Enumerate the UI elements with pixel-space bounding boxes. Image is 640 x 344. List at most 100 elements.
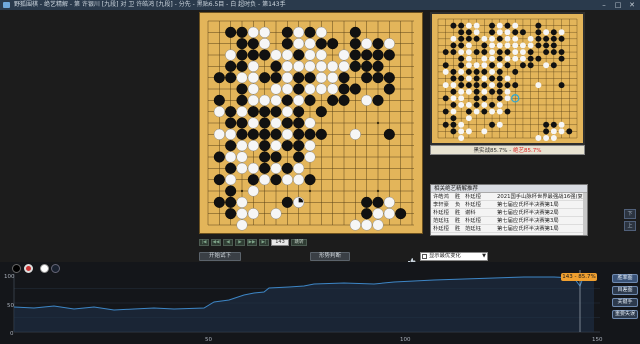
event-name: 2021国手山脉杯世界最强战16强(复 [497, 194, 583, 200]
white-stone [213, 128, 225, 140]
main-board-grid[interactable] [200, 13, 422, 233]
mini-white-stone [496, 121, 503, 128]
y-tick-label: 100 [4, 274, 15, 280]
mini-white-stone [450, 82, 457, 89]
winrate-chart[interactable] [0, 262, 640, 344]
move-number-input[interactable]: 143 [271, 239, 289, 246]
best-move-dropdown[interactable]: 显示最优变化 ▼ [420, 252, 488, 261]
mini-black-stone [473, 101, 480, 108]
white-stone [315, 60, 327, 72]
first-move-button[interactable]: |◀ [199, 239, 209, 246]
black-stone [270, 106, 282, 118]
list-item[interactable]: 朴廷桓 胜 谢科 第七届应氏杯半决赛第2局 [431, 209, 587, 217]
black-stone [270, 128, 282, 140]
mini-black-stone [473, 88, 480, 95]
black-stone [383, 72, 395, 84]
mini-white-stone [458, 128, 465, 135]
mini-black-stone [450, 115, 457, 122]
white-stone [270, 208, 282, 220]
mini-white-stone [465, 101, 472, 108]
forward-one-button[interactable]: ▶ [235, 239, 245, 246]
goto-button[interactable]: 跳转 [291, 239, 307, 246]
list-item[interactable]: 范廷钰 胜 朴廷桓 第七届应氏杯半决赛第3局 [431, 217, 587, 225]
mini-white-stone [527, 35, 534, 42]
black-stone [236, 38, 248, 50]
list-item[interactable]: 朴廷桓 胜 范廷钰 第七届应氏杯半决赛第1局 [431, 225, 587, 233]
maximize-button[interactable]: □ [611, 0, 625, 10]
black-stone [225, 60, 237, 72]
mini-black-stone [450, 88, 457, 95]
mini-black-stone [496, 75, 503, 82]
black-stone [338, 72, 350, 84]
mini-black-stone [465, 29, 472, 36]
black-stone [293, 83, 305, 95]
white-stone [281, 60, 293, 72]
black-stone [361, 60, 373, 72]
mini-black-stone [458, 82, 465, 89]
game-result: 胜 [455, 210, 461, 216]
back-one-button[interactable]: ◀ [223, 239, 233, 246]
mini-black-stone [558, 82, 565, 89]
winrate-graph-button[interactable]: 胜率图 [612, 274, 638, 283]
white-stone [383, 38, 395, 50]
y-tick-label: 50 [7, 303, 14, 309]
mini-white-stone [558, 29, 565, 36]
analysis-mini-board[interactable] [430, 12, 585, 145]
mini-black-stone [527, 49, 534, 56]
black-stone [247, 174, 259, 186]
close-button[interactable]: ✕ [625, 0, 639, 10]
thumbs-up-icon[interactable] [407, 251, 416, 265]
side-tab-up[interactable]: 上 [624, 221, 636, 231]
mini-white-stone [512, 42, 519, 49]
white-stone [213, 106, 225, 118]
black-stone [293, 140, 305, 152]
mini-black-stone [496, 35, 503, 42]
white-stone [236, 162, 248, 174]
list-item[interactable]: 许皓鸿 胜 朴廷桓 2021国手山脉杯世界最强战16强(复 [431, 193, 587, 201]
mini-white-stone [465, 42, 472, 49]
judge-position-button[interactable]: 形势判断 [310, 252, 350, 261]
white-stone [225, 49, 237, 61]
last-move-button[interactable]: ▶| [259, 239, 269, 246]
forward-ten-button[interactable]: ▶▶ [247, 239, 257, 246]
mini-white-stone [489, 49, 496, 56]
mini-white-stone [465, 22, 472, 29]
try-play-button[interactable]: 开始试下 [199, 252, 241, 261]
score-graph-button[interactable]: 目差图 [612, 286, 638, 295]
black-stone [383, 49, 395, 61]
back-ten-button[interactable]: ◀◀ [211, 239, 221, 246]
white-stone [293, 174, 305, 186]
mini-white-stone [473, 22, 480, 29]
mini-black-stone [512, 68, 519, 75]
mini-black-stone [543, 35, 550, 42]
mini-white-stone [519, 42, 526, 49]
mini-black-stone [450, 128, 457, 135]
winrate-separator: - [509, 148, 512, 154]
major-mistakes-button[interactable]: 重要失误 [612, 310, 638, 319]
black-stone [247, 106, 259, 118]
white-stone [281, 83, 293, 95]
black-stone [304, 72, 316, 84]
black-player: 朴廷桓 [433, 210, 449, 216]
mini-black-stone [535, 22, 542, 29]
main-go-board[interactable] [199, 12, 423, 234]
mini-black-stone [481, 95, 488, 102]
side-tab-down[interactable]: 下 [624, 209, 636, 219]
white-stone [383, 196, 395, 208]
white-stone [247, 208, 259, 220]
best-move-checkbox[interactable] [422, 254, 427, 259]
key-moves-button[interactable]: 关键手 [612, 298, 638, 307]
list-scrollbar[interactable] [583, 193, 587, 235]
black-stone [259, 72, 271, 84]
mini-white-stone [504, 35, 511, 42]
list-item[interactable]: 李轩豪 负 朴廷桓 第七届应氏杯半决赛第1局 [431, 201, 587, 209]
mini-white-stone [450, 95, 457, 102]
white-player: 范廷钰 [465, 226, 481, 232]
minimize-button[interactable]: – [597, 0, 611, 10]
white-stone [383, 208, 395, 220]
white-stone [259, 94, 271, 106]
black-stone [281, 26, 293, 38]
black-stone [259, 106, 271, 118]
white-stone [304, 60, 316, 72]
game-result: 胜 [455, 226, 461, 232]
